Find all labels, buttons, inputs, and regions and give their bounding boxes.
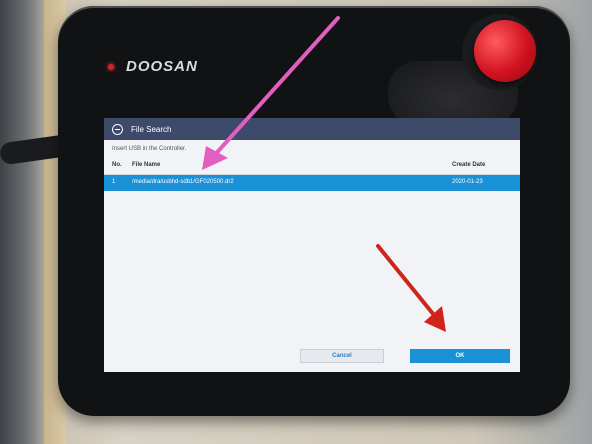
annotation-layer [202,16,446,332]
red-arrow-icon [376,244,446,332]
pink-arrow-icon [202,16,340,170]
